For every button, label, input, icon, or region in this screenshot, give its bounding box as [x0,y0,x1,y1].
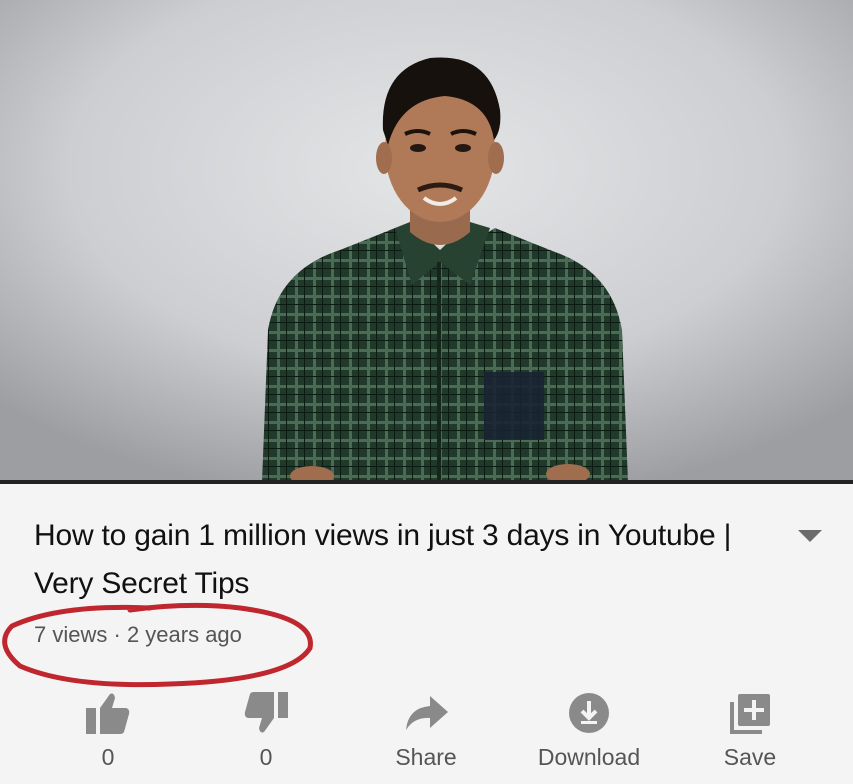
download-label: Download [537,744,641,770]
download-icon [569,693,609,733]
expand-description-button[interactable] [792,524,828,548]
like-button[interactable]: 0 [48,680,168,784]
video-meta: 7 views · 2 years ago [34,622,242,648]
video-thumbnail[interactable] [0,0,853,482]
share-icon [406,696,448,730]
upload-age: 2 years ago [126,622,242,647]
view-count: 7 views [34,622,108,647]
dislike-button[interactable]: 0 [206,680,326,784]
thumbnail-image [0,0,853,482]
dislike-count: 0 [259,744,273,770]
share-label: Share [395,744,457,770]
meta-separator: · [113,622,121,647]
share-button[interactable]: Share [366,680,486,784]
add-to-playlist-icon [730,694,770,734]
chevron-down-icon [798,530,822,542]
download-button[interactable]: Download [529,680,649,784]
save-label: Save [723,744,777,770]
like-count: 0 [101,744,115,770]
thumbnail-divider [0,480,853,484]
thumbs-up-icon [86,693,130,734]
video-title[interactable]: How to gain 1 million views in just 3 da… [34,512,774,608]
save-button[interactable]: Save [690,680,810,784]
thumbs-down-icon [244,692,288,733]
